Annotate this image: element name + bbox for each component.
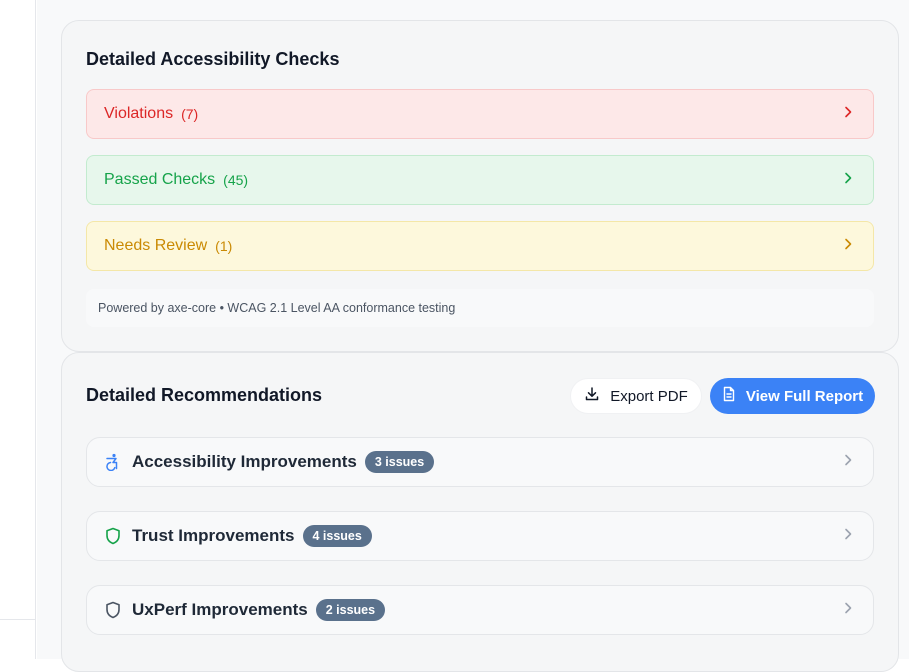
- accessibility-checks-card: Detailed Accessibility Checks Violations…: [61, 20, 899, 352]
- export-pdf-label: Export PDF: [610, 387, 688, 405]
- needs-review-row[interactable]: Needs Review (1): [86, 221, 874, 271]
- main-content: Detailed Accessibility Checks Violations…: [37, 0, 909, 672]
- sidebar-divider: [0, 619, 36, 620]
- uxperf-improvements-row[interactable]: UxPerf Improvements 2 issues: [86, 585, 874, 635]
- chevron-right-icon: [843, 171, 853, 189]
- checks-title: Detailed Accessibility Checks: [86, 49, 340, 69]
- shield-icon: [103, 526, 123, 546]
- needs-review-label: Needs Review: [104, 237, 208, 254]
- issues-badge: 4 issues: [302, 525, 372, 547]
- chevron-right-icon: [843, 105, 853, 123]
- document-icon: [722, 386, 736, 406]
- chevron-right-icon: [843, 527, 853, 545]
- violations-count: (7): [181, 106, 199, 122]
- export-pdf-button[interactable]: Export PDF: [570, 378, 702, 414]
- recommendations-card: Detailed Recommendations Export PDF View…: [61, 352, 899, 672]
- accessibility-icon: [103, 452, 123, 472]
- violations-label: Violations: [104, 105, 174, 122]
- passed-checks-count: (45): [223, 172, 249, 188]
- trust-improvements-label: Trust Improvements: [132, 526, 295, 545]
- shield-icon: [103, 600, 123, 620]
- violations-row[interactable]: Violations (7): [86, 89, 874, 139]
- passed-checks-label: Passed Checks: [104, 171, 216, 188]
- accessibility-improvements-label: Accessibility Improvements: [132, 452, 357, 471]
- chevron-right-icon: [843, 601, 853, 619]
- passed-checks-row[interactable]: Passed Checks (45): [86, 155, 874, 205]
- recommendations-title: Detailed Recommendations: [86, 385, 323, 405]
- left-sidebar: [0, 0, 36, 659]
- accessibility-improvements-row[interactable]: Accessibility Improvements 3 issues: [86, 437, 874, 487]
- issues-badge: 3 issues: [364, 451, 435, 473]
- chevron-right-icon: [843, 453, 853, 471]
- issues-badge: 2 issues: [315, 599, 386, 621]
- uxperf-improvements-label: UxPerf Improvements: [132, 600, 308, 619]
- needs-review-count: (1): [215, 238, 233, 254]
- trust-improvements-row[interactable]: Trust Improvements 4 issues: [86, 511, 874, 561]
- powered-by-note: Powered by axe-core • WCAG 2.1 Level AA …: [86, 289, 874, 327]
- view-full-report-label: View Full Report: [745, 387, 864, 405]
- chevron-right-icon: [843, 237, 853, 255]
- view-full-report-button[interactable]: View Full Report: [710, 378, 875, 414]
- download-icon: [584, 386, 600, 406]
